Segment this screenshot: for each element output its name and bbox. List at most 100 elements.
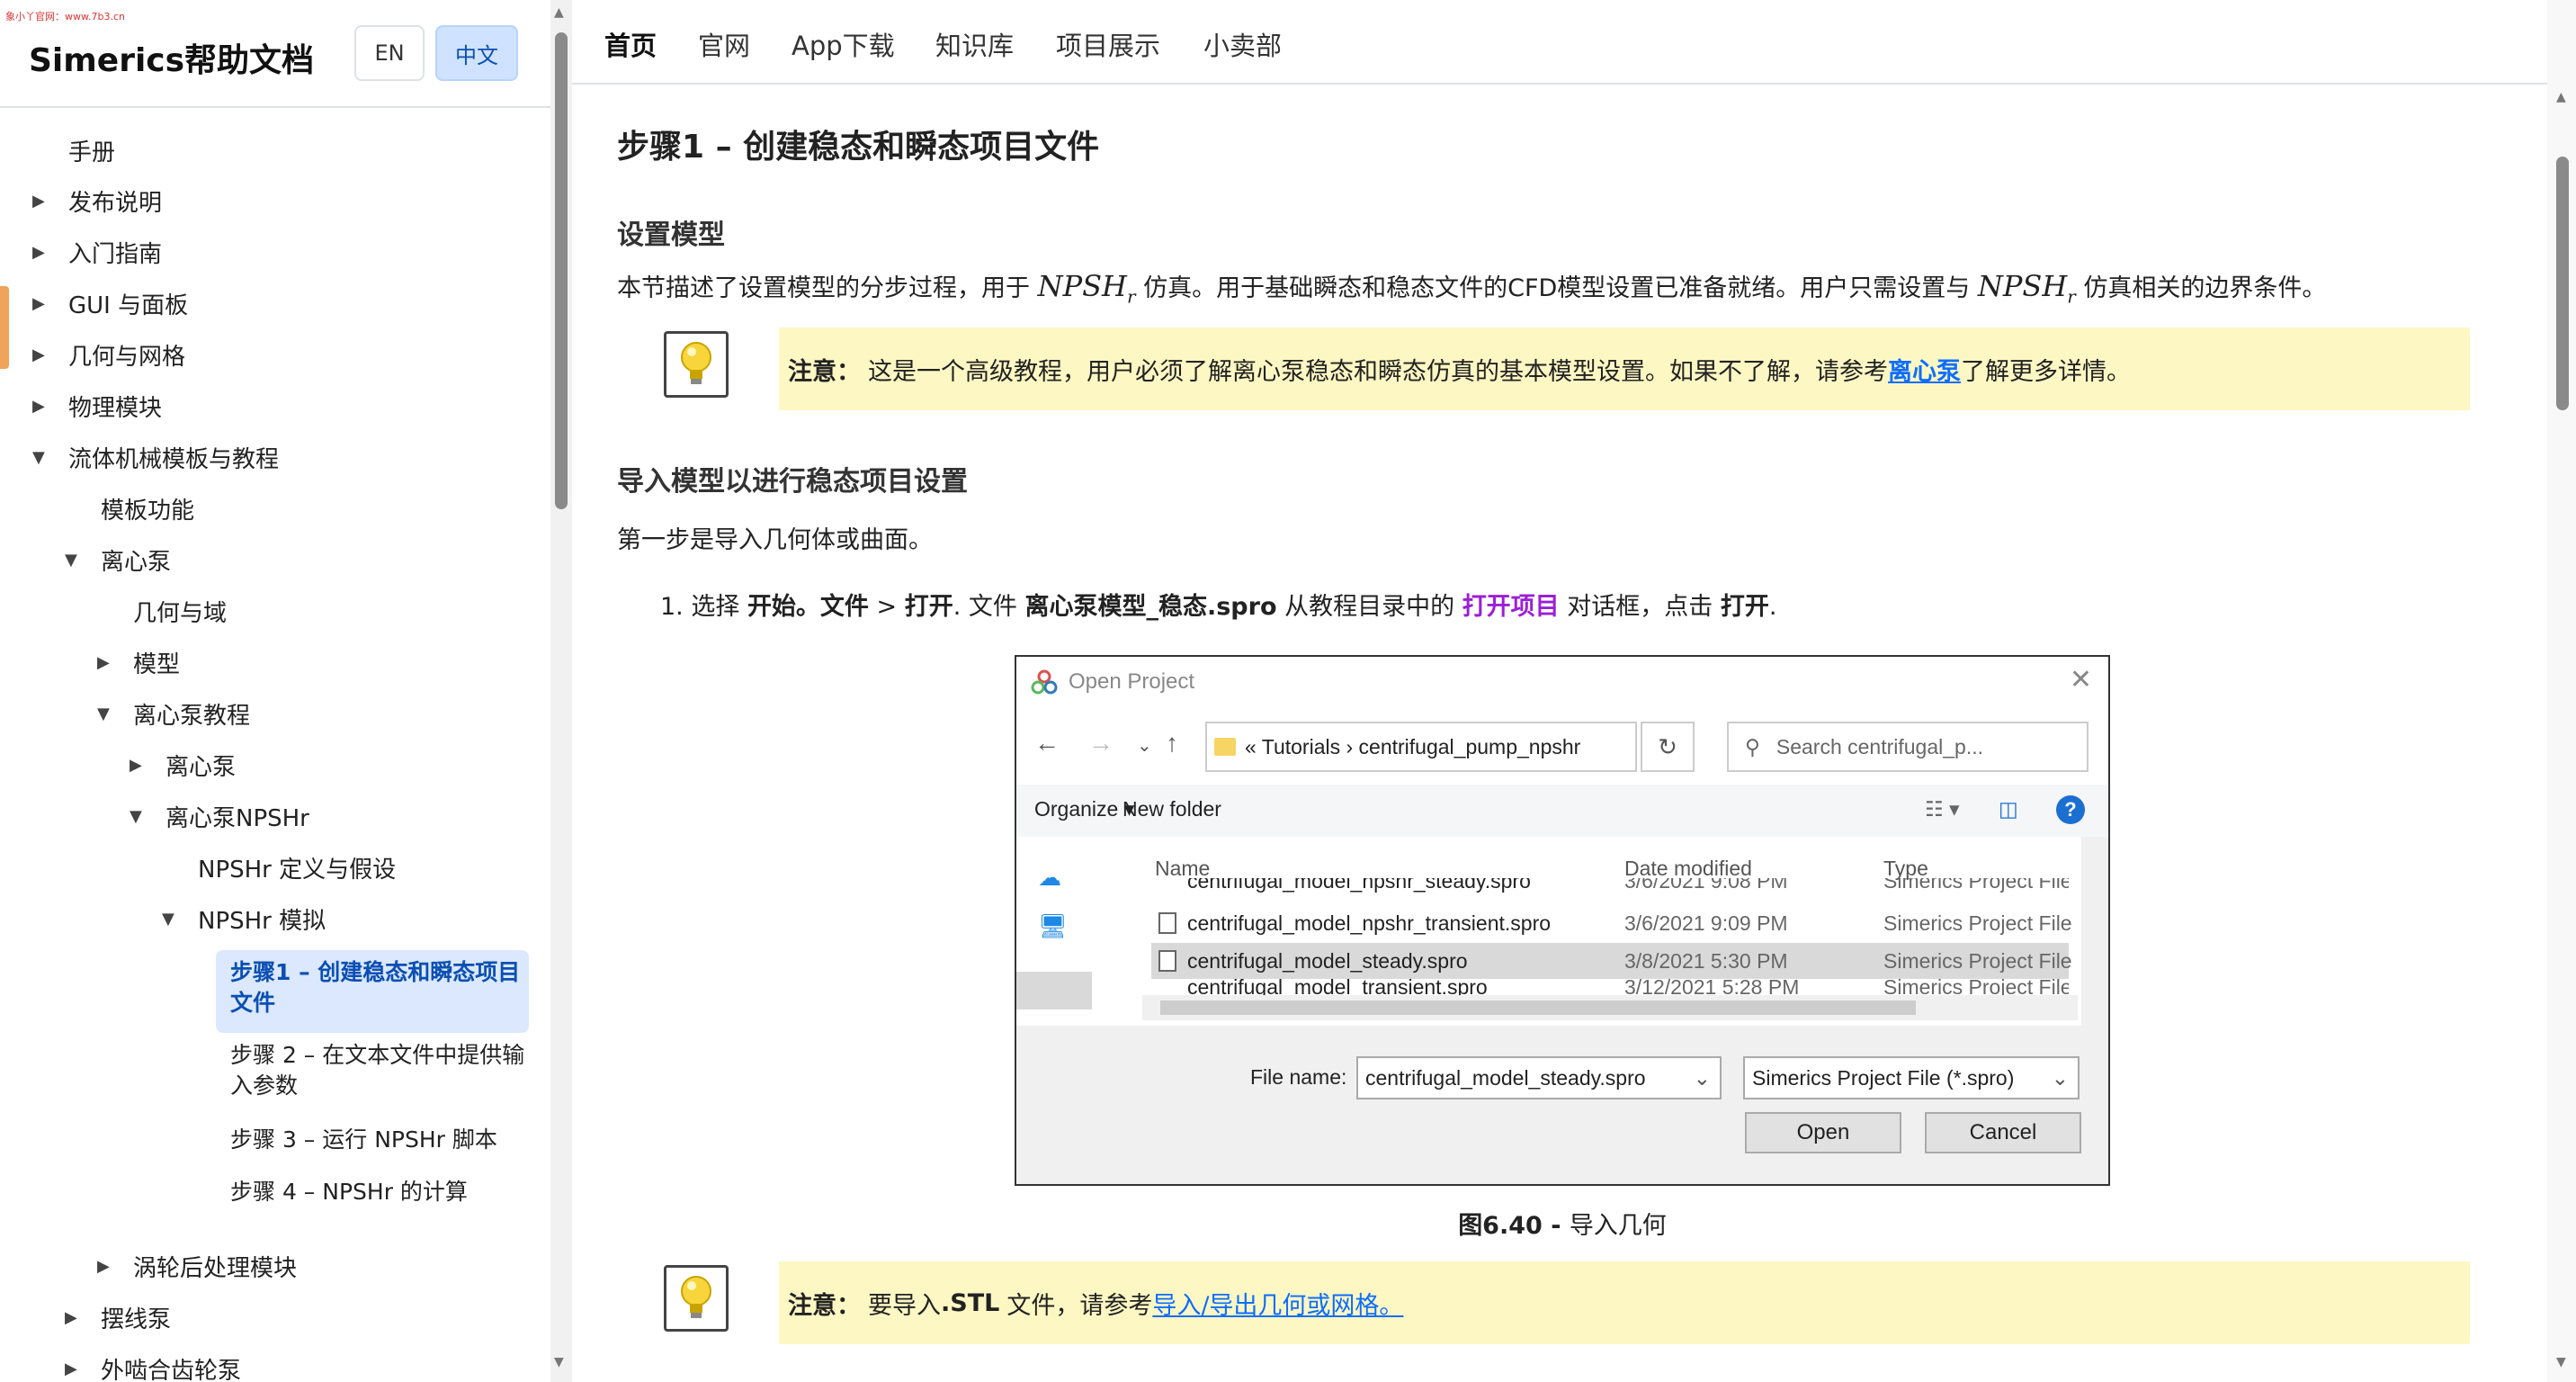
sidebar-item-gerotor[interactable]: ▶ 摆线泵 <box>65 1295 171 1340</box>
back-arrow-icon[interactable]: ← <box>1034 729 1060 758</box>
organize-menu[interactable]: Organize ▾ <box>1034 797 1134 821</box>
close-icon[interactable]: ✕ <box>2070 664 2092 695</box>
link-centrifugal-pump[interactable]: 离心泵 <box>1888 352 1961 387</box>
up-arrow-icon[interactable]: ↑ <box>1166 729 1178 758</box>
expand-icon[interactable]: ▶ <box>32 243 54 262</box>
file-list-hscroll[interactable] <box>1142 995 2078 1020</box>
lang-en-button[interactable]: EN <box>354 25 425 81</box>
sidebar-item-model[interactable]: ▶ 模型 <box>97 640 180 685</box>
main-scroll-thumb[interactable] <box>2556 157 2569 410</box>
scroll-up-arrow-icon[interactable]: ▲ <box>2556 90 2566 104</box>
sidebar-item-label: 离心泵 <box>101 548 172 576</box>
open-button[interactable]: Open <box>1745 1112 1901 1153</box>
file-row[interactable]: centrifugal_model_npshr_steady.spro 3/6/… <box>1151 878 2069 903</box>
sidebar-item-npshr-definition[interactable]: NPSHr 定义与假设 <box>198 845 396 890</box>
sidebar-item-physics[interactable]: ▶ 物理模块 <box>32 383 162 428</box>
scroll-down-arrow-icon[interactable]: ▼ <box>2556 1355 2566 1369</box>
sidebar-item-turbine-post[interactable]: ▶ 涡轮后处理模块 <box>97 1243 297 1288</box>
sidebar-item-geometry-domain[interactable]: 几何与域 <box>133 588 227 633</box>
hscroll-thumb[interactable] <box>1160 1001 1916 1015</box>
preview-pane-icon[interactable]: ◫ <box>1999 797 2018 821</box>
main-scrollbar[interactable]: ▲ ▼ <box>2547 0 2576 1382</box>
chevron-down-icon: ⌄ <box>1693 1065 1711 1090</box>
sidebar-item-turbomachinery[interactable]: ▼ 流体机械模板与教程 <box>32 435 279 480</box>
sidebar-item-template-features[interactable]: 模板功能 <box>101 486 194 531</box>
math-subscript: r <box>2067 285 2076 308</box>
sidebar-item-step4[interactable]: 步骤 4 – NPSHr 的计算 <box>230 1177 527 1207</box>
sidebar-item-manual[interactable]: 手册 <box>68 128 115 173</box>
site-brand[interactable]: Simerics帮助文档 <box>29 34 314 81</box>
sidebar-item-geometry-mesh[interactable]: ▶ 几何与网格 <box>32 332 185 377</box>
sidebar-item-npshr-simulation[interactable]: ▼ NPSHr 模拟 <box>162 896 326 941</box>
sidebar-item-gui[interactable]: ▶ GUI 与面板 <box>32 281 188 326</box>
sidebar-item-pump-npshr[interactable]: ▼ 离心泵NPSHr <box>130 794 309 839</box>
sidebar-item-step2[interactable]: 步骤 2 – 在文本文件中提供输入参数 <box>230 1040 527 1101</box>
expand-icon[interactable]: ▶ <box>32 397 54 416</box>
cancel-button[interactable]: Cancel <box>1925 1112 2081 1153</box>
menu-ref: 开始。文件 <box>747 593 869 621</box>
sidebar-item-release-notes[interactable]: ▶ 发布说明 <box>32 178 162 223</box>
sidebar-item-getting-started[interactable]: ▶ 入门指南 <box>32 229 162 274</box>
sidebar-item-step1-label[interactable]: 步骤1 – 创建稳态和瞬态项目文件 <box>230 957 527 1019</box>
lang-zh-button[interactable]: 中文 <box>435 25 518 81</box>
filename-label: File name: <box>1250 1065 1347 1089</box>
new-folder-button[interactable]: New folder <box>1123 797 1221 821</box>
column-header-date[interactable]: Date modified <box>1624 857 1752 881</box>
watermark: 象小丫官网：www.7b3.cn <box>5 11 125 22</box>
sidebar-item-step3[interactable]: 步骤 3 – 运行 NPSHr 脚本 <box>230 1125 527 1155</box>
this-pc-icon[interactable]: 🖥 <box>1038 912 1068 940</box>
topnav-app-download[interactable]: App下载 <box>792 25 895 63</box>
sidebar-item-centrifugal-pump[interactable]: ▼ 离心泵 <box>65 537 171 582</box>
sidebar-scroll-thumb[interactable] <box>555 32 568 509</box>
sidebar-item-gear-pump[interactable]: ▶ 外啮合齿轮泵 <box>65 1346 241 1382</box>
file-name: centrifugal_model_npshr_transient.spro <box>1187 911 1552 935</box>
expand-icon[interactable]: ▶ <box>32 192 54 211</box>
address-bar[interactable]: « Tutorials › centrifugal_pump_npshr <box>1205 722 1637 772</box>
sidebar-item-label: 模型 <box>133 651 181 678</box>
collapse-icon[interactable]: ▼ <box>130 807 151 826</box>
filename-input[interactable]: centrifugal_model_steady.spro ⌄ <box>1356 1056 1722 1099</box>
chevron-down-icon[interactable]: ⌄ <box>1137 734 1152 757</box>
expand-icon[interactable]: ▶ <box>130 756 151 775</box>
scroll-down-arrow-icon[interactable]: ▼ <box>554 1355 564 1369</box>
file-list-vscroll[interactable] <box>2081 837 2108 1026</box>
collapse-icon[interactable]: ▼ <box>65 551 86 570</box>
expand-icon[interactable]: ▶ <box>65 1308 86 1327</box>
sidebar-item-pump-tutorial[interactable]: ▼ 离心泵教程 <box>97 691 250 736</box>
sidebar-header: 象小丫官网：www.7b3.cn Simerics帮助文档 EN 中文 <box>0 0 550 108</box>
sidebar-item-label: 入门指南 <box>68 240 163 268</box>
topnav-official-site[interactable]: 官网 <box>698 25 750 63</box>
file-date: 3/6/2021 9:08 PM <box>1624 878 1788 893</box>
topnav-shop[interactable]: 小卖部 <box>1203 25 1282 63</box>
lightbulb-icon <box>664 1265 729 1332</box>
refresh-icon[interactable]: ↻ <box>1641 722 1695 772</box>
link-import-export-geometry[interactable]: 导入/导出几何或网格。 <box>1152 1286 1403 1321</box>
search-input[interactable]: ⚲ Search centrifugal_p... <box>1727 722 2089 772</box>
scroll-up-arrow-icon[interactable]: ▲ <box>554 5 564 20</box>
sidebar-scrollbar[interactable]: ▲ ▼ <box>550 0 572 1382</box>
onedrive-icon[interactable]: ☁ <box>1038 864 1061 892</box>
topnav-projects[interactable]: 项目展示 <box>1056 25 1160 63</box>
help-icon[interactable]: ? <box>2056 795 2085 824</box>
expand-icon[interactable]: ▶ <box>65 1360 86 1378</box>
expand-icon[interactable]: ▶ <box>97 1257 119 1276</box>
text-span: 1. 选择 <box>660 593 747 621</box>
topnav-knowledge-base[interactable]: 知识库 <box>935 25 1014 63</box>
expand-icon[interactable]: ▶ <box>97 653 119 672</box>
view-options-icon[interactable]: ☷ ▾ <box>1925 797 1960 821</box>
expand-icon[interactable]: ▶ <box>32 294 54 313</box>
expand-icon[interactable]: ▶ <box>32 346 54 364</box>
collapse-icon[interactable]: ▼ <box>32 448 54 467</box>
dialog-ref: 打开项目 <box>1462 593 1560 621</box>
file-row[interactable]: centrifugal_model_npshr_transient.spro 3… <box>1151 905 2072 941</box>
topnav-home[interactable]: 首页 <box>604 25 657 63</box>
sidebar-item-pump-sub[interactable]: ▶ 离心泵 <box>130 742 236 787</box>
collapse-icon[interactable]: ▼ <box>97 704 119 723</box>
nav-selected-item[interactable] <box>1016 972 1092 1010</box>
column-header-name[interactable]: Name <box>1155 857 1210 881</box>
column-header-type[interactable]: Type <box>1883 857 1928 881</box>
file-row-selected[interactable]: centrifugal_model_steady.spro 3/8/2021 5… <box>1151 943 2072 979</box>
filetype-select[interactable]: Simerics Project File (*.spro) ⌄ <box>1743 1056 2080 1099</box>
collapse-icon[interactable]: ▼ <box>162 910 183 929</box>
forward-arrow-icon[interactable]: → <box>1088 729 1114 758</box>
